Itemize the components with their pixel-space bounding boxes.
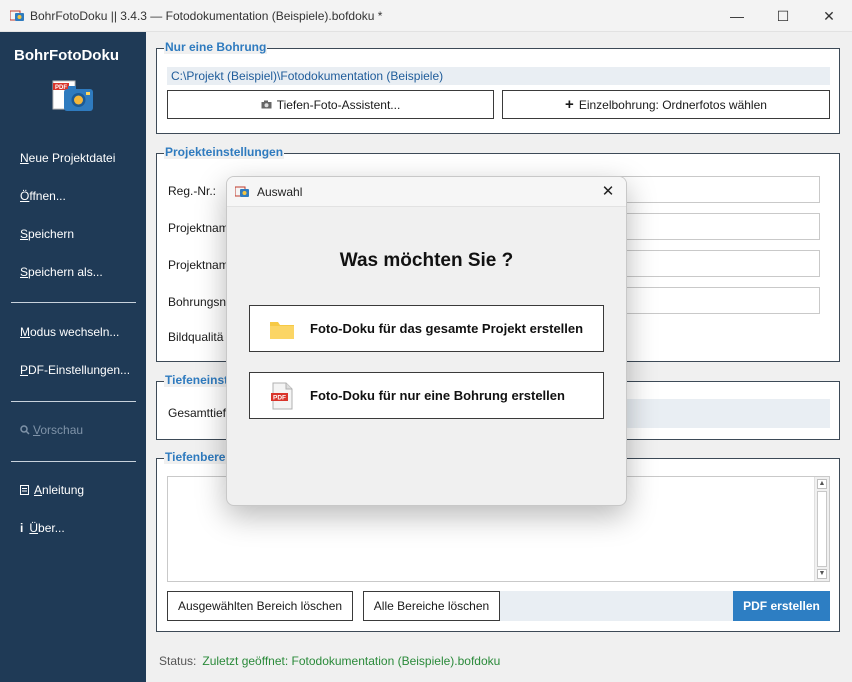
project-name-label: Projektnam <box>168 221 228 235</box>
image-quality-label: Bildqualitä <box>168 330 224 344</box>
sidebar-item-manual[interactable]: Anleitung <box>20 483 84 497</box>
scroll-up-arrow[interactable]: ▲ <box>817 479 827 489</box>
single-boring-group: Nur eine Bohrung C:\Projekt (Beispiel)\F… <box>156 40 840 134</box>
status-bar: Status: Zuletzt geöffnet: Fotodokumentati… <box>159 654 500 668</box>
sidebar-divider <box>11 461 136 462</box>
sidebar-divider <box>11 401 136 402</box>
total-depth-label: Gesamttief <box>168 406 227 420</box>
sidebar-item-preview: Vorschau <box>20 423 83 437</box>
window-titlebar: BohrFotoDoku || 3.4.3 — Fotodokumentatio… <box>0 0 852 32</box>
boring-name-input[interactable] <box>617 287 820 314</box>
document-icon <box>20 485 29 495</box>
reg-nr-label: Reg.-Nr.: <box>168 184 217 198</box>
project-path: C:\Projekt (Beispiel)\Fotodokumentation … <box>167 67 830 85</box>
sidebar: BohrFotoDoku PDF Neue Projektdatei Öffne… <box>0 32 146 682</box>
selection-dialog: Auswahl ✕ Was möchten Sie ? Foto-Doku fü… <box>226 176 627 506</box>
single-boring-title: Nur eine Bohrung <box>164 40 268 54</box>
pdf-file-icon: PDF <box>268 382 296 410</box>
brand-logo: PDF <box>52 80 93 111</box>
delete-all-ranges-button[interactable]: Alle Bereiche löschen <box>363 591 500 621</box>
maximize-button[interactable]: ☐ <box>760 0 806 32</box>
depth-photo-wizard-button[interactable]: Tiefen-Foto-Assistent... <box>167 90 494 119</box>
close-window-button[interactable]: ✕ <box>806 0 852 32</box>
dialog-titlebar: Auswahl ✕ <box>227 177 626 207</box>
option-whole-project-button[interactable]: Foto-Doku für das gesamte Projekt erstel… <box>249 305 604 352</box>
sidebar-item-switch-mode[interactable]: Modus wechseln... <box>20 325 119 339</box>
status-value: Zuletzt geöffnet: Fotodokumentation (Bei… <box>202 654 501 668</box>
dialog-title: Auswahl <box>257 185 303 199</box>
project-name-input[interactable] <box>617 213 820 240</box>
sidebar-item-pdf-settings[interactable]: PDF-Einstellungen... <box>20 363 130 377</box>
status-label: Status: <box>159 654 197 668</box>
list-scrollbar[interactable]: ▲ ▼ <box>814 477 829 581</box>
single-folder-photos-button[interactable]: + Einzelbohrung: Ordnerfotos wählen <box>502 90 830 119</box>
boring-name-label: Bohrungsn <box>168 295 227 309</box>
total-depth-input[interactable] <box>617 399 830 428</box>
folder-icon <box>268 315 296 343</box>
camera-icon <box>261 100 272 109</box>
reg-nr-input[interactable] <box>617 176 820 203</box>
plus-icon: + <box>565 96 574 113</box>
app-icon <box>235 186 249 197</box>
option-single-boring-button[interactable]: PDF Foto-Doku für nur eine Bohrung erste… <box>249 372 604 419</box>
depth-ranges-title: Tiefenbere <box>164 450 227 464</box>
delete-selected-range-button[interactable]: Ausgewählten Bereich löschen <box>167 591 353 621</box>
create-pdf-button[interactable]: PDF erstellen <box>733 591 830 621</box>
sidebar-item-open[interactable]: Öffnen... <box>20 189 66 203</box>
info-icon: i <box>20 521 24 535</box>
close-icon[interactable]: ✕ <box>598 182 618 200</box>
depth-settings-title: Tiefeneinst <box>164 373 230 387</box>
sidebar-item-save-as[interactable]: Speichern als... <box>20 265 103 279</box>
sidebar-item-about[interactable]: i Über... <box>20 521 65 535</box>
dialog-question: Was möchten Sie ? <box>339 250 514 271</box>
scroll-thumb[interactable] <box>817 491 827 567</box>
project-settings-title: Projekteinstellungen <box>164 145 285 159</box>
sidebar-divider <box>11 302 136 303</box>
sidebar-item-save[interactable]: Speichern <box>20 227 74 241</box>
scroll-down-arrow[interactable]: ▼ <box>817 569 827 579</box>
minimize-button[interactable]: — <box>714 0 760 32</box>
sidebar-item-new-project[interactable]: Neue Projektdatei <box>20 151 115 165</box>
project-name-2-label: Projektnam <box>168 258 228 272</box>
button-row-spacer <box>500 591 733 621</box>
brand-title: BohrFotoDoku <box>14 47 119 64</box>
search-icon <box>20 425 30 435</box>
project-name-2-input[interactable] <box>617 250 820 277</box>
app-icon <box>10 10 24 21</box>
svg-text:PDF: PDF <box>273 394 286 401</box>
window-title: BohrFotoDoku || 3.4.3 — Fotodokumentatio… <box>30 9 383 23</box>
